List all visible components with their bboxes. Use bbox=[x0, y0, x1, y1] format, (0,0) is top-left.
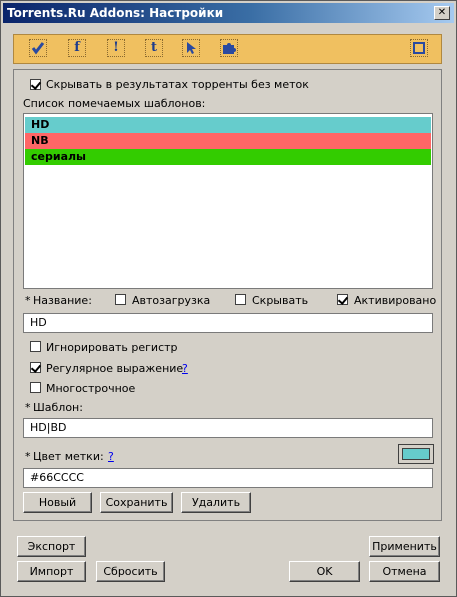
templates-list-label: Список помечаемых шаблонов: bbox=[23, 97, 206, 110]
checkmark-icon bbox=[31, 42, 45, 59]
multiline-label: Многострочное bbox=[46, 382, 136, 395]
save-button[interactable]: Сохранить bbox=[100, 492, 173, 513]
apply-button[interactable]: Применить bbox=[369, 536, 440, 557]
cancel-button[interactable]: Отмена bbox=[369, 561, 440, 582]
regex-help-link[interactable]: ? bbox=[182, 362, 188, 375]
exclamation-icon: ! bbox=[113, 40, 119, 55]
puzzle-icon bbox=[222, 43, 236, 59]
toolbar-button-puzzle[interactable] bbox=[220, 39, 238, 57]
toolbar-button-cursor[interactable] bbox=[182, 39, 200, 57]
regex-label: Регулярное выражение bbox=[46, 362, 184, 375]
name-input[interactable]: HD bbox=[23, 313, 433, 333]
import-button[interactable]: Импорт bbox=[17, 561, 86, 582]
settings-window: Torrents.Ru Addons: Настройки ✕ f ! t Ск… bbox=[0, 0, 457, 597]
ok-button[interactable]: OK bbox=[289, 561, 360, 582]
window-icon bbox=[412, 42, 426, 59]
color-required-mark: * bbox=[25, 450, 31, 463]
activated-label: Активировано bbox=[354, 294, 437, 307]
list-item[interactable]: HD bbox=[25, 117, 431, 133]
regex-checkbox[interactable] bbox=[30, 362, 41, 373]
name-label: Название: bbox=[33, 294, 92, 307]
multiline-checkbox[interactable] bbox=[30, 382, 41, 393]
pattern-input[interactable]: HD|BD bbox=[23, 418, 433, 438]
ignore-case-checkbox[interactable] bbox=[30, 341, 41, 352]
new-button[interactable]: Новый bbox=[23, 492, 92, 513]
color-swatch-button[interactable] bbox=[398, 444, 434, 464]
delete-button[interactable]: Удалить bbox=[181, 492, 251, 513]
color-label: Цвет метки: bbox=[33, 450, 104, 463]
reset-button[interactable]: Сбросить bbox=[96, 561, 165, 582]
pattern-required-mark: * bbox=[25, 401, 31, 414]
close-button[interactable]: ✕ bbox=[434, 6, 450, 20]
toolbar-button-window[interactable] bbox=[410, 39, 428, 57]
autoload-checkbox[interactable] bbox=[115, 294, 126, 305]
hide-checkbox[interactable] bbox=[235, 294, 246, 305]
pattern-label: Шаблон: bbox=[33, 401, 83, 414]
hide-untagged-label: Скрывать в результатах торренты без мето… bbox=[46, 78, 309, 91]
list-item[interactable]: сериалы bbox=[25, 149, 431, 165]
toolbar-button-check[interactable] bbox=[29, 39, 47, 57]
t-icon: t bbox=[150, 40, 157, 55]
title-bar: Torrents.Ru Addons: Настройки ✕ bbox=[3, 3, 454, 23]
toolbar: f ! t bbox=[13, 34, 442, 64]
required-mark: * bbox=[25, 294, 31, 307]
window-title: Torrents.Ru Addons: Настройки bbox=[7, 6, 224, 20]
templates-list[interactable]: HD NB сериалы bbox=[23, 113, 433, 289]
f-icon: f bbox=[74, 40, 80, 55]
hide-label: Скрывать bbox=[252, 294, 309, 307]
hide-untagged-checkbox[interactable] bbox=[30, 79, 41, 90]
cursor-icon bbox=[185, 42, 197, 59]
activated-checkbox[interactable] bbox=[337, 294, 348, 305]
autoload-label: Автозагрузка bbox=[132, 294, 211, 307]
color-help-link[interactable]: ? bbox=[108, 450, 114, 463]
color-input[interactable]: #66CCCC bbox=[23, 468, 433, 488]
list-item[interactable]: NB bbox=[25, 133, 431, 149]
close-icon: ✕ bbox=[437, 7, 447, 18]
toolbar-button-exclamation[interactable]: ! bbox=[107, 39, 125, 57]
ignore-case-label: Игнорировать регистр bbox=[46, 341, 178, 354]
toolbar-button-t[interactable]: t bbox=[145, 39, 163, 57]
toolbar-button-f[interactable]: f bbox=[68, 39, 86, 57]
export-button[interactable]: Экспорт bbox=[17, 536, 86, 557]
